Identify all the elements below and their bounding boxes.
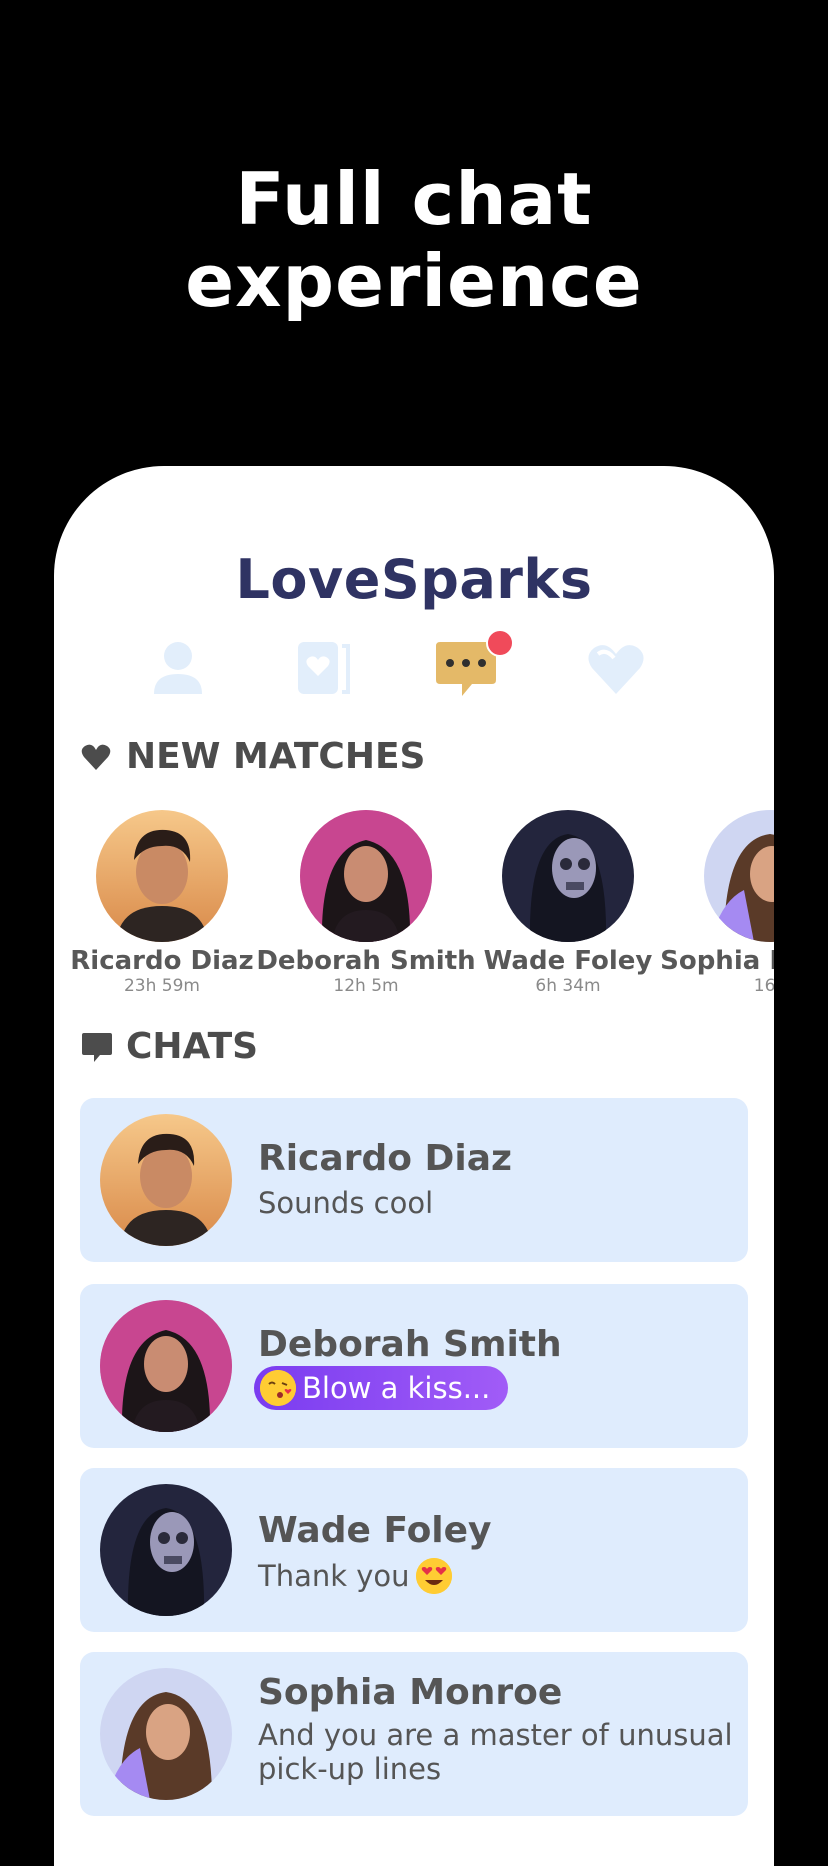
match-item[interactable]: Wade Foley 6h 34m [458, 810, 678, 996]
heart-icon[interactable] [584, 636, 648, 700]
match-name: Ricardo Diaz [70, 946, 254, 976]
match-name: Wade Foley [483, 946, 653, 976]
match-time: 23h 59m [123, 976, 200, 996]
cards-icon[interactable] [292, 636, 356, 700]
headline: Full chat experience [0, 158, 828, 322]
avatar [100, 1668, 232, 1800]
new-matches-row: Ricardo Diaz 23h 59m Deborah Smith 12h 5… [54, 810, 774, 996]
chat-message-row: Thank you [258, 1558, 452, 1594]
match-name: Sophia Monroe [660, 946, 774, 976]
headline-line-2: experience [185, 239, 643, 323]
new-matches-label: NEW MATCHES [126, 736, 426, 777]
match-time: 6h 34m [535, 976, 601, 996]
avatar [96, 810, 228, 942]
chat-message: And you are a master of unusual pick-up … [258, 1718, 733, 1786]
phone-screen: LoveSparks NEW MATCHES Ricardo Diaz 23h … [54, 466, 774, 1866]
match-item[interactable]: Ricardo Diaz 23h 59m [54, 810, 272, 996]
new-matches-heading: NEW MATCHES [80, 736, 425, 777]
avatar [100, 1114, 232, 1246]
match-name: Deborah Smith [256, 946, 476, 976]
notification-badge [486, 629, 514, 657]
avatar [300, 810, 432, 942]
chat-item[interactable]: Deborah Smith Blow a kiss... [80, 1284, 748, 1448]
heart-eyes-emoji-icon [415, 1558, 452, 1594]
chat-item[interactable]: Ricardo Diaz Sounds cool [80, 1098, 748, 1262]
headline-line-1: Full chat [235, 157, 593, 241]
chat-name: Sophia Monroe [258, 1672, 563, 1713]
profile-icon[interactable] [146, 636, 210, 700]
chat-item[interactable]: Wade Foley Thank you [80, 1468, 748, 1632]
chats-heading: CHATS [80, 1026, 258, 1067]
chat-message-line-2: pick-up lines [258, 1752, 442, 1786]
app-title: LoveSparks [235, 548, 593, 611]
avatar [502, 810, 634, 942]
chat-message: Thank you [258, 1559, 410, 1593]
avatar [704, 810, 774, 942]
chat-message: Sounds cool [258, 1186, 434, 1220]
match-time: 12h 5m [333, 976, 399, 996]
chat-name: Deborah Smith [258, 1324, 562, 1365]
kiss-emoji-icon [260, 1370, 296, 1406]
avatar [100, 1300, 232, 1432]
chat-name: Wade Foley [258, 1510, 492, 1551]
match-item[interactable]: Sophia Monroe 16h [660, 810, 774, 996]
kiss-message-pill: Blow a kiss... [254, 1366, 509, 1410]
chat-name: Ricardo Diaz [258, 1138, 512, 1179]
chat-message-line-1: And you are a master of unusual [258, 1718, 733, 1752]
avatar [100, 1484, 232, 1616]
chat-message: Blow a kiss... [302, 1371, 491, 1405]
chat-bubble-icon [82, 1032, 112, 1062]
match-item[interactable]: Deborah Smith 12h 5m [256, 810, 476, 996]
chat-item[interactable]: Sophia Monroe And you are a master of un… [80, 1652, 748, 1816]
heart-small-icon [81, 744, 111, 770]
match-time: 16h [753, 976, 774, 996]
chats-label: CHATS [126, 1026, 259, 1067]
